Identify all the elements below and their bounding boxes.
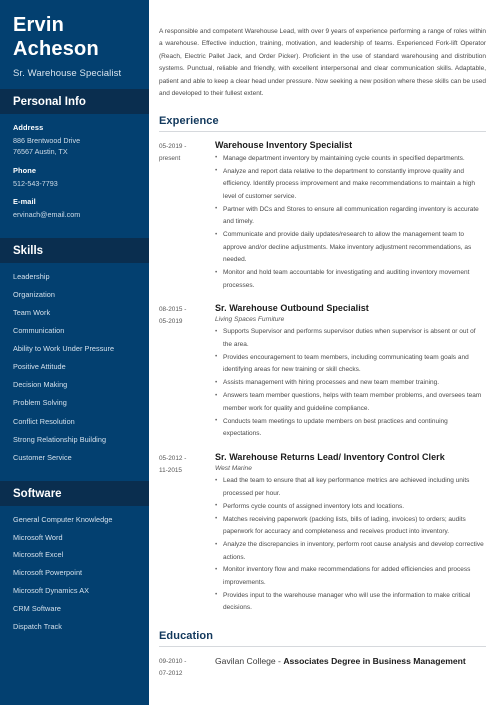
sidebar-heading-software: Software xyxy=(0,480,149,506)
sidebar-heading-skills: Skills xyxy=(0,237,149,263)
candidate-name: Ervin Acheson xyxy=(13,14,136,61)
experience-entry-date: 05-2019 - present xyxy=(159,140,215,293)
experience-bullet: Lead the team to ensure that all key per… xyxy=(215,475,486,500)
contact-group-email: E-mail ervinach@email.com xyxy=(13,197,136,220)
software-list: General Computer Knowledge Microsoft Word… xyxy=(13,515,136,640)
resume-document: Ervin Acheson Sr. Warehouse Specialist P… xyxy=(0,0,500,705)
education-entries: 09-2010 - 07-2012 Gavilan College - Associ… xyxy=(159,655,486,680)
date-line-1: 08-2015 - xyxy=(159,306,187,314)
experience-bullet: Performs cycle counts of assigned invent… xyxy=(215,500,486,513)
experience-bullet: Partner with DCs and Stores to ensure al… xyxy=(215,203,486,229)
software-item: Microsoft Dynamics AX xyxy=(13,586,90,596)
experience-entry: 05-2019 - present Warehouse Inventory Spec… xyxy=(159,140,486,293)
name-block: Ervin Acheson Sr. Warehouse Specialist xyxy=(0,0,149,89)
skills-list: Leadership Organization Team Work Communica… xyxy=(13,272,136,471)
date-line-2: 11-2015 xyxy=(159,467,182,475)
contact-value-email[interactable]: ervinach@email.com xyxy=(13,209,136,220)
skill-item: Ability to Work Under Pressure xyxy=(13,344,115,354)
education-degree: Associates Degree in Business Management xyxy=(283,656,466,667)
candidate-job-title: Sr. Warehouse Specialist xyxy=(13,68,122,80)
software-item: Microsoft Word xyxy=(13,532,63,542)
experience-entry-date: 05-2012 - 11-2015 xyxy=(159,452,215,615)
experience-bullet-list: Supports Supervisor and performs supervi… xyxy=(215,326,486,440)
experience-bullet: Manage department inventory by maintaini… xyxy=(215,152,486,165)
candidate-name-line2: Acheson xyxy=(13,37,99,60)
contact-label-email: E-mail xyxy=(13,196,36,206)
address-street: 886 Brentwood Drive xyxy=(13,136,81,146)
experience-bullet: Matches receiving paperwork (packing lis… xyxy=(215,513,486,539)
experience-entry-organization: West Marine xyxy=(215,465,252,473)
software-item: General Computer Knowledge xyxy=(13,514,113,524)
experience-entry: 08-2015 - 05-2019 Sr. Warehouse Outbound S… xyxy=(159,303,486,441)
skill-item: Positive Attitude xyxy=(13,362,66,372)
contact-value-phone[interactable]: 512-543-7793 xyxy=(13,178,136,189)
experience-entry-title: Warehouse Inventory Specialist xyxy=(215,139,353,150)
software-body: General Computer Knowledge Microsoft Word… xyxy=(0,506,149,650)
contact-label-address: Address xyxy=(13,123,44,133)
skill-item: Strong Relationship Building xyxy=(13,434,107,444)
experience-entry-body: Sr. Warehouse Returns Lead/ Inventory Co… xyxy=(215,452,486,615)
experience-bullet-list: Lead the team to ensure that all key per… xyxy=(215,475,486,615)
software-item: Dispatch Track xyxy=(13,621,62,631)
contact-value-address: 886 Brentwood Drive 76567 Austin, TX xyxy=(13,135,136,157)
experience-entry-organization: Living Spaces Furniture xyxy=(215,316,285,324)
personal-info-body: Address 886 Brentwood Drive 76567 Austin… xyxy=(0,114,149,238)
date-line-2: 07-2012 xyxy=(159,670,183,678)
experience-entry-body: Warehouse Inventory Specialist Manage dep… xyxy=(215,140,486,293)
address-city: 76567 Austin, TX xyxy=(13,147,68,157)
experience-bullet: Supports Supervisor and performs supervi… xyxy=(215,326,486,351)
sidebar: Ervin Acheson Sr. Warehouse Specialist P… xyxy=(0,0,149,705)
date-line-1: 05-2019 - xyxy=(159,142,187,150)
experience-entry-date: 08-2015 - 05-2019 xyxy=(159,303,215,441)
experience-entries: 05-2019 - present Warehouse Inventory Spec… xyxy=(159,140,486,616)
main-column: A responsible and competent Warehouse Le… xyxy=(149,0,500,705)
skill-item: Team Work xyxy=(13,308,51,317)
skills-body: Leadership Organization Team Work Communica… xyxy=(0,263,149,481)
education-school: Gavilan College - xyxy=(215,656,284,667)
experience-entry-body: Sr. Warehouse Outbound Specialist Living … xyxy=(215,303,486,441)
date-line-1: 05-2012 - xyxy=(159,455,187,463)
contact-group-phone: Phone 512-543-7793 xyxy=(13,166,136,189)
education-entry-line: Gavilan College - Associates Degree in B… xyxy=(215,655,486,666)
education-section: Education 09-2010 - 07-2012 Gavilan Colleg… xyxy=(159,630,486,680)
contact-group-address: Address 886 Brentwood Drive 76567 Austin… xyxy=(13,123,136,157)
sidebar-heading-personal-info: Personal Info xyxy=(0,89,149,115)
skill-item: Communication xyxy=(13,326,65,336)
experience-bullet: Analyze and report data relative to the … xyxy=(215,165,486,203)
experience-entry-title: Sr. Warehouse Returns Lead/ Inventory Co… xyxy=(215,452,445,463)
experience-bullet: Conducts team meetings to update members… xyxy=(215,415,486,441)
skill-item: Customer Service xyxy=(13,452,72,462)
experience-bullet: Provides input to the warehouse manager … xyxy=(215,589,486,615)
software-item: Microsoft Excel xyxy=(13,550,64,560)
experience-bullet: Answers team member questions, helps wit… xyxy=(215,390,486,415)
skill-item: Conflict Resolution xyxy=(13,416,75,426)
experience-bullet-list: Manage department inventory by maintaini… xyxy=(215,152,486,292)
skill-item: Decision Making xyxy=(13,380,68,390)
date-line-1: 09-2010 - xyxy=(159,658,187,666)
experience-bullet: Assists management with hiring processes… xyxy=(215,377,486,390)
experience-entry: 05-2012 - 11-2015 Sr. Warehouse Returns Le… xyxy=(159,452,486,615)
experience-bullet: Communicate and provide daily updates/re… xyxy=(215,229,486,266)
contact-label-phone: Phone xyxy=(13,165,37,175)
software-item: Microsoft Powerpoint xyxy=(13,568,83,578)
education-entry-date: 09-2010 - 07-2012 xyxy=(159,655,215,680)
candidate-name-line1: Ervin xyxy=(13,14,65,36)
experience-entry-title: Sr. Warehouse Outbound Specialist xyxy=(215,303,369,314)
experience-bullet: Monitor inventory flow and make recommen… xyxy=(215,564,486,589)
education-entry-body: Gavilan College - Associates Degree in B… xyxy=(215,655,486,680)
experience-section: Experience 05-2019 - present Warehouse Inv… xyxy=(159,115,486,616)
professional-summary: A responsible and competent Warehouse Le… xyxy=(159,28,487,98)
skill-item: Organization xyxy=(13,289,55,299)
section-heading-experience: Experience xyxy=(159,115,486,132)
software-item: CRM Software xyxy=(13,603,62,613)
date-line-2: present xyxy=(159,154,181,162)
experience-bullet: Provides encouragement to team members, … xyxy=(215,351,486,377)
experience-bullet: Monitor and hold team accountable for in… xyxy=(215,267,486,292)
skill-item: Problem Solving xyxy=(13,398,67,408)
education-entry: 09-2010 - 07-2012 Gavilan College - Associ… xyxy=(159,655,486,680)
experience-bullet: Analyze the discrepancies in inventory, … xyxy=(215,539,486,564)
section-heading-education: Education xyxy=(159,630,486,648)
date-line-2: 05-2019 xyxy=(159,318,183,326)
skill-item: Leadership xyxy=(13,271,50,281)
